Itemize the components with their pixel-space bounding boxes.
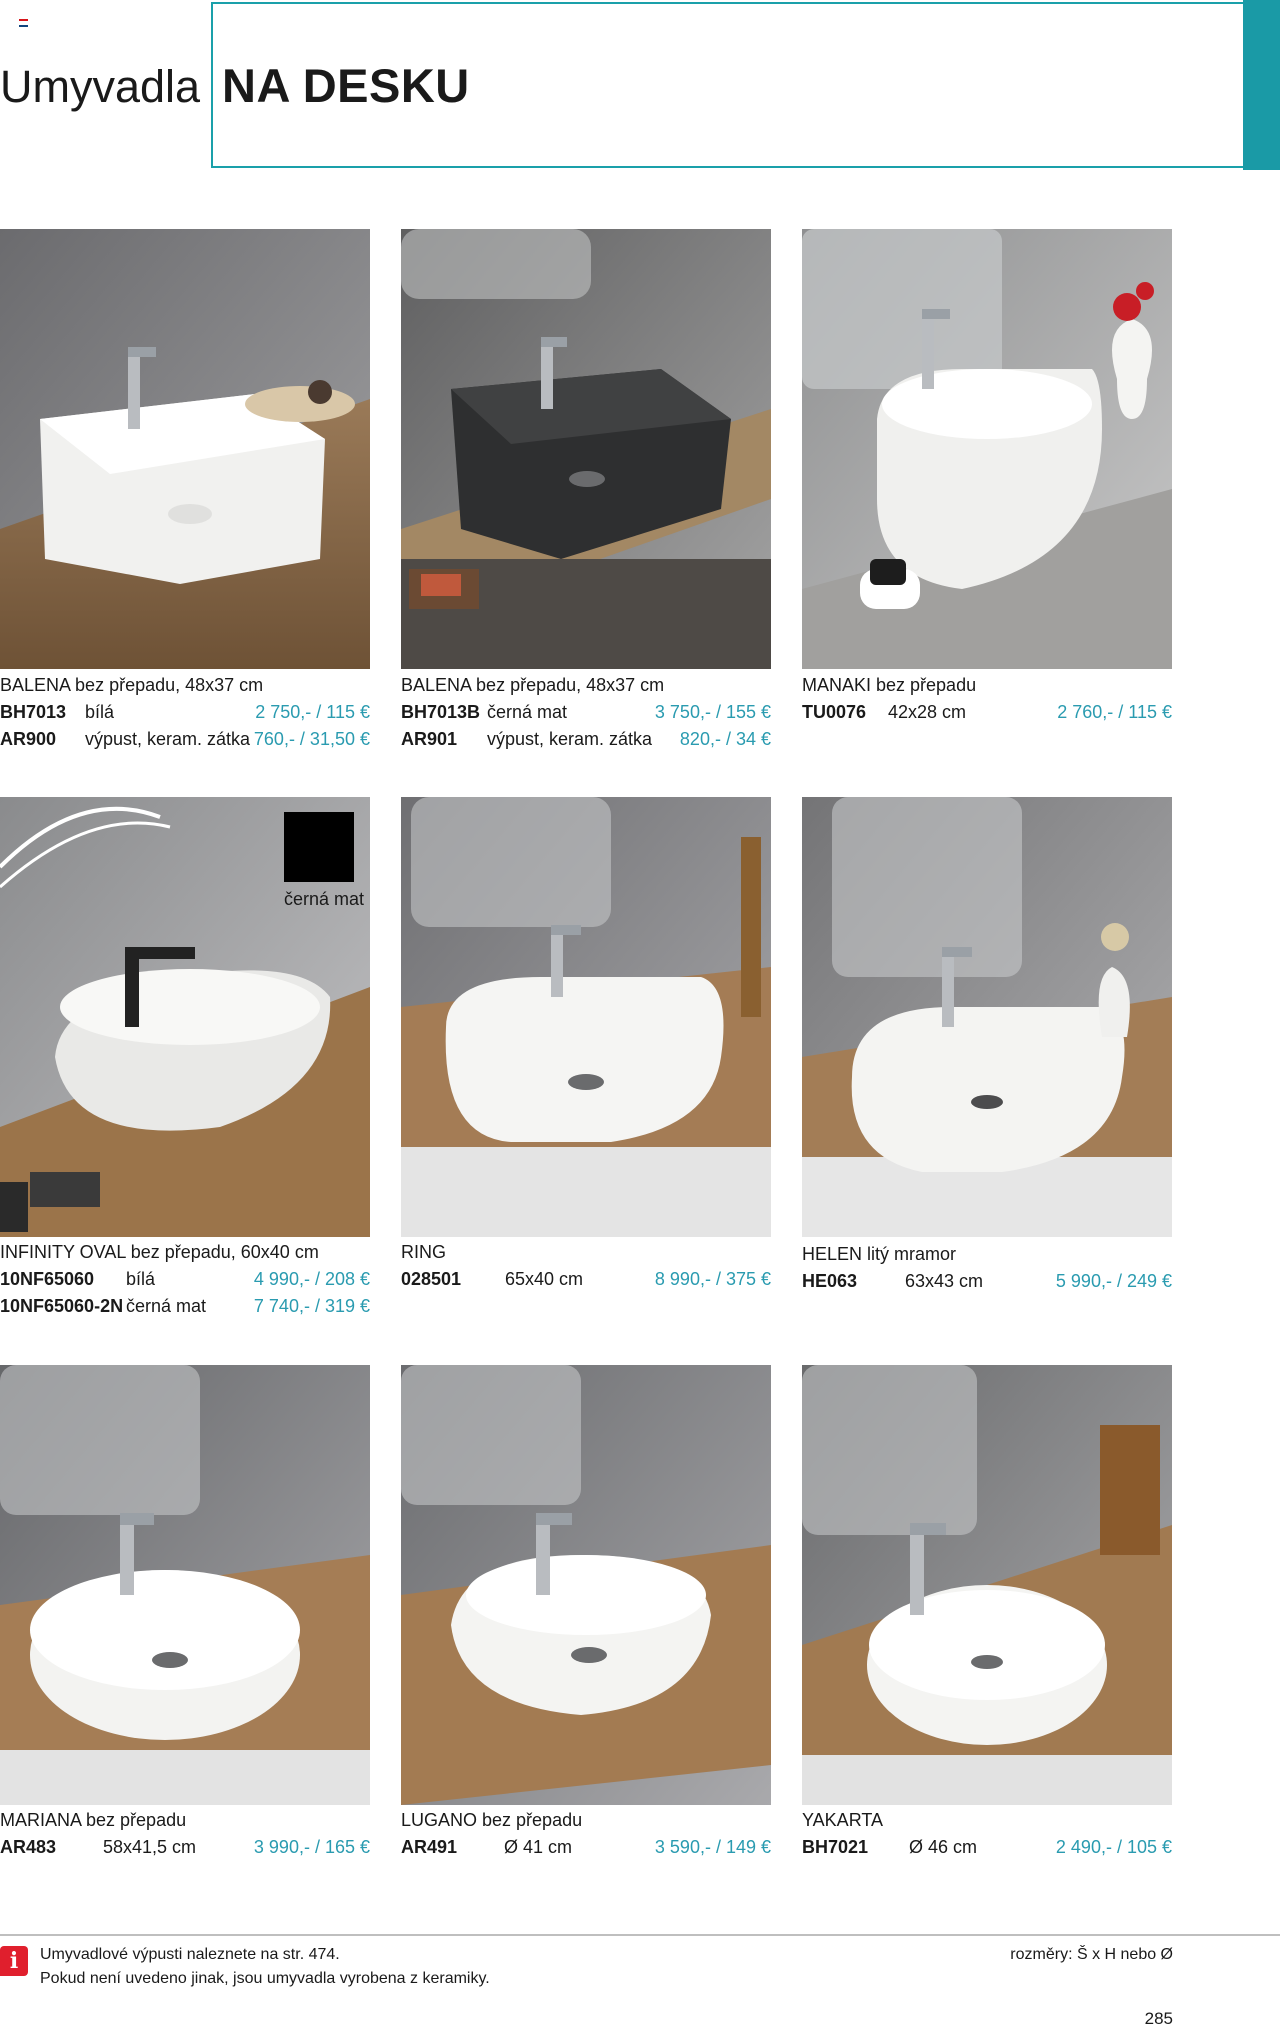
product-photo-manaki bbox=[802, 229, 1172, 669]
product-code: AR483 bbox=[0, 1837, 57, 1857]
product-code: AR491 bbox=[401, 1837, 458, 1857]
product-name: INFINITY OVAL bez přepadu, 60x40 cm bbox=[0, 1242, 319, 1262]
product-caption-lugano: LUGANO bez přepadu AR491 Ø 41 cm 3 590,- /… bbox=[401, 1807, 771, 1861]
product-photo-ring bbox=[401, 797, 771, 1237]
product-row: BH7013 bílá 2 750,- / 115 € bbox=[0, 699, 370, 726]
product-code: TU0076 bbox=[802, 702, 867, 722]
product-name: MANAKI bez přepadu bbox=[802, 675, 977, 695]
page-subtitle: NA DESKU bbox=[222, 59, 470, 112]
product-row: TU0076 42x28 cm 2 760,- / 115 € bbox=[802, 699, 1172, 726]
info-icon: i bbox=[0, 1946, 28, 1976]
product-code: 028501 bbox=[401, 1269, 462, 1289]
product-caption-infinity-oval: INFINITY OVAL bez přepadu, 60x40 cm 10NF… bbox=[0, 1239, 370, 1320]
language-flag-icon bbox=[19, 19, 28, 27]
product-price: 2 490,- / 105 € bbox=[1055, 1837, 1172, 1857]
product-code: AR900 bbox=[0, 729, 57, 749]
product-desc: výpust, keram. zátka bbox=[487, 729, 653, 749]
product-name: BALENA bez přepadu, 48x37 cm bbox=[0, 675, 264, 695]
product-price: 2 750,- / 115 € bbox=[255, 702, 370, 722]
footer-note-material: Pokud není uvedeno jinak, jsou umyvadla … bbox=[40, 1970, 490, 1987]
product-caption-ring: RING 028501 65x40 cm 8 990,- / 375 € bbox=[401, 1239, 771, 1293]
product-desc: 58x41,5 cm bbox=[103, 1837, 197, 1857]
product-code: BH7013B bbox=[401, 702, 481, 722]
product-desc: Ø 46 cm bbox=[909, 1837, 978, 1857]
product-photo-yakarta bbox=[802, 1365, 1172, 1805]
product-row: 028501 65x40 cm 8 990,- / 375 € bbox=[401, 1266, 771, 1293]
product-row: AR483 58x41,5 cm 3 990,- / 165 € bbox=[0, 1834, 370, 1861]
product-row: BH7021 Ø 46 cm 2 490,- / 105 € bbox=[802, 1834, 1172, 1861]
product-name: RING bbox=[401, 1242, 446, 1262]
footer-divider bbox=[0, 1934, 1280, 1936]
product-name: YAKARTA bbox=[802, 1810, 884, 1830]
product-code: 10NF65060-2N bbox=[0, 1296, 124, 1316]
product-code: BH7013 bbox=[0, 702, 67, 722]
product-code: 10NF65060 bbox=[0, 1269, 95, 1289]
product-row: AR900 výpust, keram. zátka 760,- / 31,50 € bbox=[0, 726, 370, 753]
product-price: 3 990,- / 165 € bbox=[253, 1837, 370, 1857]
product-photo-lugano bbox=[401, 1365, 771, 1805]
product-row: HE063 63x43 cm 5 990,- / 249 € bbox=[802, 1268, 1172, 1295]
product-row: AR491 Ø 41 cm 3 590,- / 149 € bbox=[401, 1834, 771, 1861]
product-price: 8 990,- / 375 € bbox=[654, 1269, 771, 1289]
product-price: 3 590,- / 149 € bbox=[654, 1837, 771, 1857]
product-code: HE063 bbox=[802, 1271, 858, 1291]
color-swatch-black bbox=[284, 812, 354, 882]
product-desc: bílá bbox=[126, 1269, 156, 1289]
product-name: LUGANO bez přepadu bbox=[401, 1810, 583, 1830]
product-caption-balena-black: BALENA bez přepadu, 48x37 cm BH7013B čern… bbox=[401, 672, 771, 753]
product-price: 820,- / 34 € bbox=[679, 729, 771, 749]
dimensions-legend: rozměry: Š x H nebo Ø bbox=[1010, 1946, 1173, 1963]
product-desc: černá mat bbox=[487, 702, 568, 722]
product-desc: Ø 41 cm bbox=[504, 1837, 573, 1857]
product-photo-helen bbox=[802, 797, 1172, 1237]
product-code: BH7021 bbox=[802, 1837, 869, 1857]
page-title: Umyvadla bbox=[0, 61, 201, 112]
product-desc: černá mat bbox=[126, 1296, 207, 1316]
page-number: 285 bbox=[1144, 2009, 1173, 2028]
product-name: HELEN litý mramor bbox=[802, 1244, 957, 1264]
product-price: 760,- / 31,50 € bbox=[253, 729, 370, 749]
product-name: BALENA bez přepadu, 48x37 cm bbox=[401, 675, 665, 695]
product-code: AR901 bbox=[401, 729, 458, 749]
product-caption-manaki: MANAKI bez přepadu TU0076 42x28 cm 2 760,-… bbox=[802, 672, 1172, 726]
product-price: 4 990,- / 208 € bbox=[253, 1269, 370, 1289]
product-photo-mariana bbox=[0, 1365, 370, 1805]
product-price: 2 760,- / 115 € bbox=[1057, 702, 1172, 722]
product-desc: 65x40 cm bbox=[505, 1269, 584, 1289]
product-caption-helen: HELEN litý mramor HE063 63x43 cm 5 990,- /… bbox=[802, 1241, 1172, 1295]
product-photo-balena-white bbox=[0, 229, 370, 669]
product-row: AR901 výpust, keram. zátka 820,- / 34 € bbox=[401, 726, 771, 753]
product-row: BH7013B černá mat 3 750,- / 155 € bbox=[401, 699, 771, 726]
product-price: 7 740,- / 319 € bbox=[253, 1296, 370, 1316]
product-price: 5 990,- / 249 € bbox=[1055, 1271, 1172, 1291]
product-price: 3 750,- / 155 € bbox=[654, 702, 771, 722]
product-row: 10NF65060-2N černá mat 7 740,- / 319 € bbox=[0, 1293, 370, 1320]
product-name: MARIANA bez přepadu bbox=[0, 1810, 187, 1830]
product-caption-mariana: MARIANA bez přepadu AR483 58x41,5 cm 3 990… bbox=[0, 1807, 370, 1861]
product-desc: 63x43 cm bbox=[905, 1271, 984, 1291]
product-photo-balena-black bbox=[401, 229, 771, 669]
product-caption-balena-white: BALENA bez přepadu, 48x37 cm BH7013 bílá 2… bbox=[0, 672, 370, 753]
product-desc: 42x28 cm bbox=[888, 702, 967, 722]
product-row: 10NF65060 bílá 4 990,- / 208 € bbox=[0, 1266, 370, 1293]
header-accent-bar bbox=[1243, 0, 1280, 170]
product-desc: výpust, keram. zátka bbox=[85, 729, 251, 749]
color-swatch-label: černá mat bbox=[284, 889, 365, 909]
product-desc: bílá bbox=[85, 702, 115, 722]
footer-note-drains: Umyvadlové výpusti naleznete na str. 474… bbox=[40, 1946, 340, 1963]
product-caption-yakarta: YAKARTA BH7021 Ø 46 cm 2 490,- / 105 € bbox=[802, 1807, 1172, 1861]
